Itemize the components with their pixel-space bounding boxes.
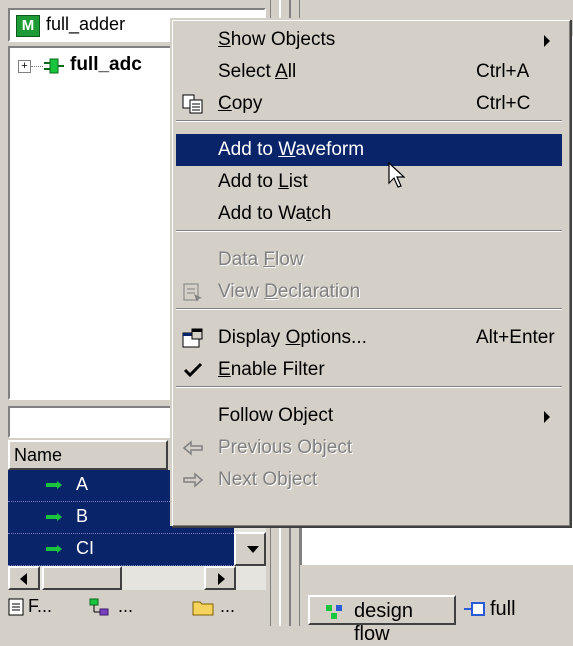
menu-show-objects[interactable]: Show Objects xyxy=(176,24,562,56)
entity-icon xyxy=(464,602,485,616)
menu-follow-object[interactable]: Follow Object xyxy=(176,400,562,432)
document-icon xyxy=(8,598,24,616)
menu-item-label: Add to Watch xyxy=(218,203,332,224)
tree-node-full-adder[interactable]: full_adc xyxy=(70,54,142,76)
menu-next-object[interactable]: Next Object xyxy=(176,464,562,496)
back-arrow-icon xyxy=(182,438,204,458)
tab-label: full xyxy=(490,598,516,620)
column-header-name[interactable]: Name xyxy=(8,440,168,470)
menu-item-label: Previous Object xyxy=(218,437,353,458)
menu-item-label: Follow Object xyxy=(218,405,334,426)
horizontal-scrollbar[interactable] xyxy=(8,566,266,590)
workspace-tab-strip: design flow full xyxy=(300,565,573,645)
tab-design-flow[interactable]: design flow xyxy=(308,595,456,645)
tab-label: ... xyxy=(220,596,236,616)
instance-icon xyxy=(44,58,64,74)
forward-arrow-icon xyxy=(182,470,204,490)
signal-name: CI xyxy=(76,538,94,558)
tab-files[interactable]: F... xyxy=(6,592,82,622)
folder-icon xyxy=(192,601,214,616)
menu-item-label: Show Objects xyxy=(218,29,336,50)
menu-item-label: Next Object xyxy=(218,469,318,490)
scroll-down-button[interactable] xyxy=(234,532,266,566)
tab-label: F... xyxy=(28,596,53,616)
view-declaration-icon xyxy=(182,282,204,302)
combo-value: full_adder xyxy=(46,14,126,34)
left-tab-strip: F... ... ... xyxy=(0,592,272,626)
menu-shortcut: Ctrl+C xyxy=(476,93,531,114)
signal-in-icon xyxy=(46,481,62,489)
menu-add-to-watch[interactable]: Add to Watch xyxy=(176,198,562,230)
submenu-arrow-icon xyxy=(544,411,550,423)
list-item[interactable]: CI xyxy=(8,534,234,566)
menu-item-label: Enable Filter xyxy=(218,359,325,380)
signal-in-icon xyxy=(46,545,62,553)
menu-separator xyxy=(176,308,562,310)
menu-add-to-list[interactable]: Add to List xyxy=(176,166,562,198)
menu-item-label: Select All xyxy=(218,61,297,82)
menu-select-all[interactable]: Select All Ctrl+A xyxy=(176,56,562,88)
menu-display-options[interactable]: Display Options... Alt+Enter xyxy=(176,322,562,354)
menu-separator xyxy=(176,230,562,232)
tab-library[interactable]: ... xyxy=(170,592,260,622)
chevron-right-icon xyxy=(218,573,225,585)
signal-in-icon xyxy=(46,513,62,521)
menu-previous-object[interactable]: Previous Object xyxy=(176,432,562,464)
scroll-left-button[interactable] xyxy=(8,566,40,590)
signal-name: A xyxy=(76,474,89,494)
menu-copy[interactable]: Copy Ctrl+C xyxy=(176,88,562,120)
copy-icon xyxy=(182,94,204,114)
tab-structure[interactable]: ... xyxy=(84,592,164,622)
menu-add-to-waveform[interactable]: Add to Waveform xyxy=(176,134,562,166)
menu-separator xyxy=(176,120,562,122)
menu-separator xyxy=(176,386,562,388)
menu-item-label: Add to Waveform xyxy=(218,139,365,160)
menu-item-label: Display Options... xyxy=(218,327,367,348)
menu-enable-filter[interactable]: Enable Filter xyxy=(176,354,562,386)
tab-full[interactable]: full xyxy=(460,595,573,625)
design-flow-icon xyxy=(326,605,342,619)
tree-expand-icon[interactable]: + xyxy=(18,60,31,73)
hierarchy-icon xyxy=(89,598,109,616)
chevron-left-icon xyxy=(20,573,27,585)
checkmark-icon xyxy=(182,360,204,380)
context-menu: Show Objects Select All Ctrl+A Copy Ctrl+C Ad… xyxy=(170,18,570,526)
submenu-arrow-icon xyxy=(544,35,550,47)
tab-label: ... xyxy=(118,596,134,616)
menu-shortcut: Ctrl+A xyxy=(476,61,530,82)
menu-shortcut: Alt+Enter xyxy=(476,327,555,348)
menu-item-label: View Declaration xyxy=(218,281,361,302)
tree-connector xyxy=(31,66,43,67)
signal-name: B xyxy=(76,506,89,526)
menu-item-label: Data Flow xyxy=(218,249,304,270)
menu-item-label: Add to List xyxy=(218,171,308,192)
scroll-thumb[interactable] xyxy=(42,566,122,590)
menu-data-flow[interactable]: Data Flow xyxy=(176,244,562,276)
display-options-icon xyxy=(182,328,204,348)
menu-item-label: Copy xyxy=(218,93,263,114)
tab-label: design flow xyxy=(354,600,413,645)
mouse-cursor-icon xyxy=(388,162,406,188)
menu-view-declaration[interactable]: View Declaration xyxy=(176,276,562,308)
chevron-down-icon xyxy=(247,546,259,553)
module-icon: M xyxy=(16,15,40,37)
scroll-right-button[interactable] xyxy=(204,566,236,590)
column-header-label: Name xyxy=(14,445,63,465)
